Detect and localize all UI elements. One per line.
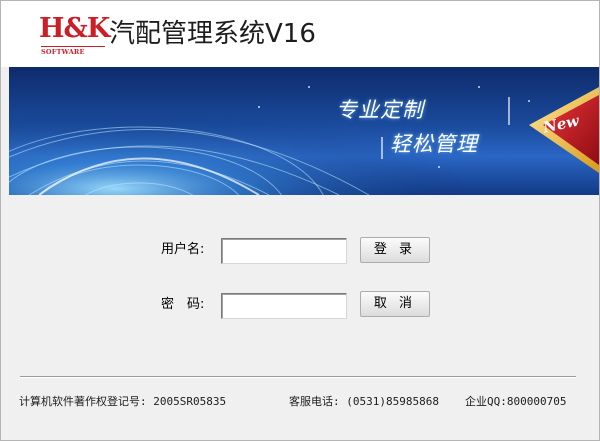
header: H&K SOFTWARE 汽配管理系统V16 — [1, 1, 599, 67]
banner: 专业定制 轻松管理 — [9, 67, 599, 195]
login-window: H&K SOFTWARE 汽配管理系统V16 专业定制 轻松管理 New 用户名… — [0, 0, 600, 441]
password-label: 密 码: — [161, 297, 205, 312]
slogan-line-1: 专业定制 — [336, 98, 424, 122]
slogan-line-2: 轻松管理 — [390, 132, 478, 156]
footer: 计算机软件著作权登记号: 2005SR05835 客服电话: (0531)8598… — [19, 394, 589, 410]
cancel-button[interactable]: 取 消 — [360, 291, 430, 317]
login-button[interactable]: 登 录 — [360, 237, 430, 263]
password-input[interactable] — [221, 293, 347, 319]
copyright-text: 计算机软件著作权登记号: 2005SR05835 — [19, 395, 227, 408]
footer-divider — [20, 376, 576, 378]
hk-software-logo: H&K SOFTWARE — [39, 14, 110, 58]
support-phone: 客服电话: (0531)85985868 — [289, 395, 439, 408]
username-label: 用户名: — [161, 242, 205, 257]
globe-graphic — [9, 67, 599, 195]
logo-subtext: SOFTWARE — [41, 46, 105, 56]
app-title: 汽配管理系统V16 — [109, 19, 316, 49]
username-input[interactable] — [221, 238, 347, 264]
company-qq: 企业QQ:800000705 — [465, 395, 567, 408]
logo-text: H&K — [39, 13, 110, 44]
